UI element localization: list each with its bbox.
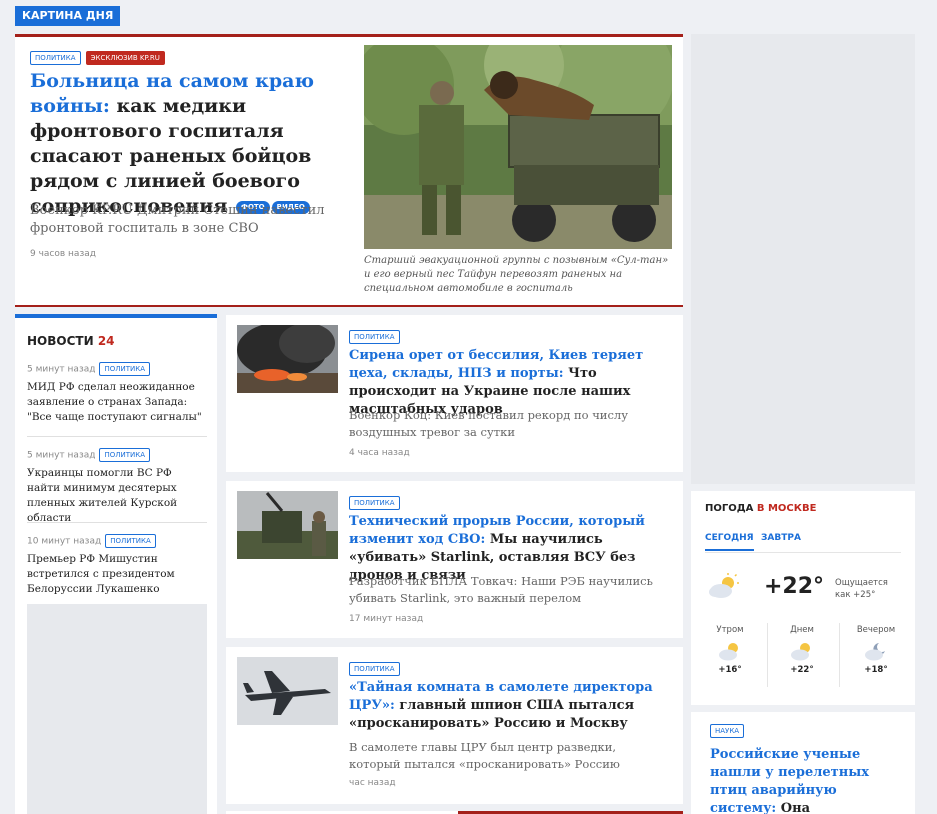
weather-header[interactable]: ПОГОДА В МОСКВЕ [705,503,816,514]
feels-value: как +25° [835,590,876,600]
news-item-time: 10 минут назад [27,536,102,547]
news-item-text[interactable]: Премьер РФ Мишустин встретился с президе… [27,552,207,597]
right-article[interactable]: НАУКА Российские ученые нашли у перелетн… [691,712,915,814]
weather-part-morning: Утром +16° [695,625,765,675]
weather-tab-today[interactable]: СЕГОДНЯ [705,533,754,551]
partly-cloudy-icon [707,573,741,603]
weather-widget: ПОГОДА В МОСКВЕ СЕГОДНЯ ЗАВТРА +22° Ощущ… [691,491,915,705]
news-separator [27,436,207,437]
news-item-text[interactable]: Украинцы помогли ВС РФ найти минимум дес… [27,466,207,526]
hero-tag-exclusive[interactable]: ЭКСКЛЮЗИВ KP.RU [85,50,165,65]
news-item[interactable]: 10 минут назад ПОЛИТИКА Премьер РФ Мишуст… [27,534,207,597]
partly-cloudy-icon [719,643,738,661]
hero-article[interactable]: ПОЛИТИКА ЭКСКЛЮЗИВ KP.RU Больница на сам… [15,34,683,307]
weather-part-label: Днем [790,625,814,635]
weather-part-label: Утром [716,625,744,635]
news-feed: НОВОСТИ 24 5 минут назад ПОЛИТИКА МИД РФ … [15,314,217,814]
article-thumbnail[interactable] [237,325,338,393]
hero-tags: ПОЛИТИКА ЭКСКЛЮЗИВ KP.RU [30,47,165,66]
right-article-tag[interactable]: НАУКА [710,724,745,738]
weather-city[interactable]: В МОСКВЕ [757,503,817,514]
hero-image[interactable] [364,45,672,249]
article-time: 4 часа назад [349,448,410,458]
news-item-tag[interactable]: ПОЛИТИКА [99,448,151,462]
news-item-tag[interactable]: ПОЛИТИКА [105,534,156,548]
kartina-dnya-button[interactable]: КАРТИНА ДНЯ [15,6,121,26]
news-header[interactable]: НОВОСТИ 24 [27,334,115,348]
news-ad-placeholder [27,604,207,814]
weather-part-day: Днем +22° [767,625,837,675]
news-number: 24 [97,334,115,348]
hero-title[interactable]: Больница на самом краю войны: как медики… [30,69,352,219]
news-item[interactable]: 5 минут назад ПОЛИТИКА Украинцы помогли В… [27,448,207,526]
feels-label: Ощущается [835,578,888,588]
article-card[interactable]: ПОЛИТИКА «Тайная комната в самолете дире… [226,647,683,804]
article-title-highlight[interactable]: Сирена орет от бессилия, Киев теряет цех… [349,348,643,381]
hero-tag-politics[interactable]: ПОЛИТИКА [30,50,81,65]
weather-tabs-divider [705,552,901,553]
partly-cloudy-icon [791,643,810,661]
weather-tab-tomorrow[interactable]: ЗАВТРА [761,533,801,543]
article-tag[interactable]: ПОЛИТИКА [349,661,400,676]
article-time: 17 минут назад [349,614,424,624]
news-item-time: 5 минут назад [27,364,96,375]
article-card[interactable]: ПОЛИТИКА Технический прорыв России, кото… [226,481,683,638]
right-ad-placeholder [691,34,915,484]
article-title[interactable]: «Тайная комната в самолете директора ЦРУ… [349,679,669,733]
news-item-tag[interactable]: ПОЛИТИКА [99,362,151,376]
news-item-text[interactable]: МИД РФ сделал неожиданное заявление о ст… [27,380,207,425]
article-lead: В самолете главы ЦРУ был центр разведки,… [349,740,620,771]
news-item[interactable]: 5 минут назад ПОЛИТИКА МИД РФ сделал неож… [27,362,207,425]
article-tag[interactable]: ПОЛИТИКА [349,495,400,510]
news-item-time: 5 минут назад [27,450,96,461]
hero-time: 9 часов назад [30,249,96,259]
article-tag[interactable]: ПОЛИТИКА [349,329,400,344]
hero-caption: Старший эвакуационной группы с позывным … [364,255,669,294]
right-article-title[interactable]: Российские ученые нашли у перелетных пти… [710,746,905,814]
article-thumbnail[interactable] [237,491,338,559]
weather-feels-like: Ощущается как +25° [835,577,888,601]
article-lead: Разработчик БПЛА Товкач: Наши РЭБ научил… [349,574,653,605]
weather-title[interactable]: ПОГОДА [705,503,753,514]
weather-part-evening: Вечером +18° [841,625,911,675]
cloudy-night-icon [865,643,885,661]
weather-current-temp: +22° [764,574,825,599]
article-card[interactable]: ПОЛИТИКА Сирена орет от бессилия, Киев т… [226,315,683,472]
news-separator [27,522,207,523]
weather-part-temp: +16° [718,665,742,675]
news-title[interactable]: НОВОСТИ [27,334,94,348]
hero-lead: Военкор KP.RU Дмитрий Стешин навестил фр… [30,203,325,236]
weather-part-label: Вечером [856,625,896,635]
article-lead: Военкор Коц: Киев поставил рекорд по чис… [349,408,628,439]
article-thumbnail[interactable] [237,657,338,725]
weather-divider [839,623,840,687]
weather-part-temp: +22° [790,665,814,675]
weather-part-temp: +18° [864,665,888,675]
article-time: час назад [349,778,396,788]
